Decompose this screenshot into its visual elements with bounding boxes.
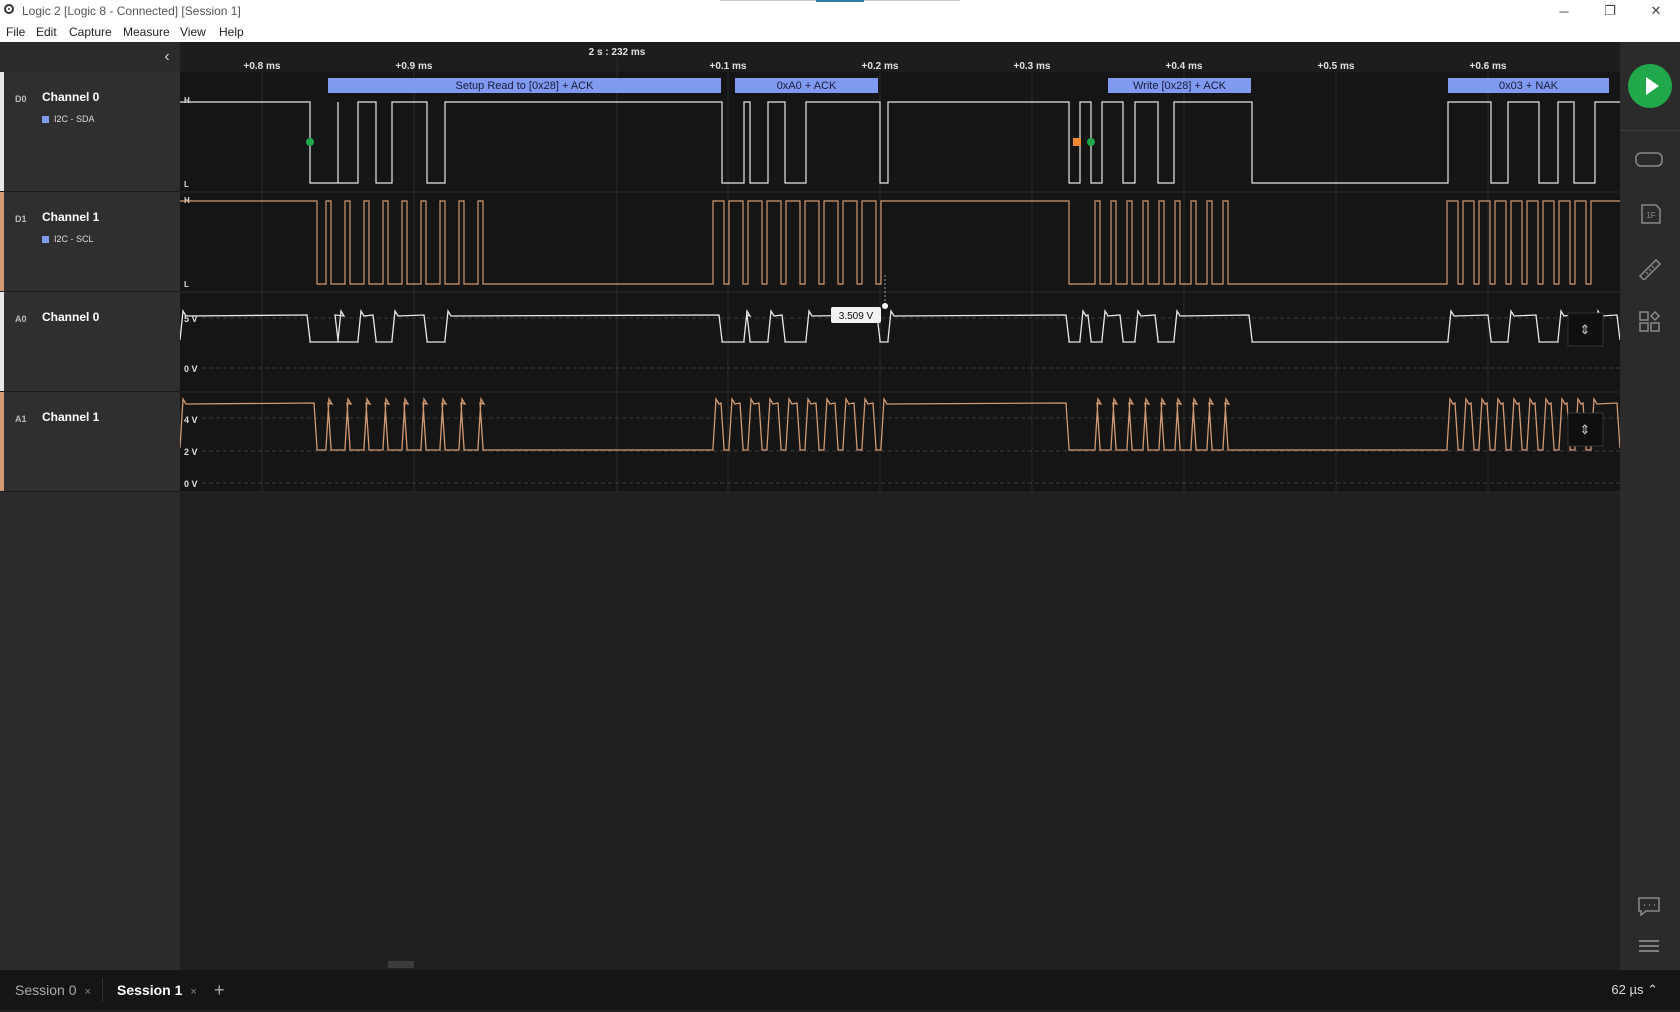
measurement-value: 3.509 V — [839, 311, 874, 322]
menu-file[interactable]: File — [6, 25, 25, 39]
toolbar-divider — [1620, 130, 1680, 131]
channel-row-a1[interactable]: A1 Channel 1 — [0, 392, 180, 492]
decoder-frame-label: Setup Read to [0x28] + ACK — [456, 80, 595, 92]
lane-d1-bg — [180, 192, 1620, 292]
channel-name: Channel 1 — [42, 210, 100, 224]
add-session-button[interactable]: + — [214, 970, 225, 1010]
expand-icon: ⇕ — [1580, 322, 1591, 337]
waveform-view[interactable]: 2 s : 232 ms +0.8 ms +0.9 ms +0.1 ms +0.2 m… — [180, 42, 1620, 970]
analyzer-color-dot — [42, 116, 49, 124]
window-title: Logic 2 [Logic 8 - Connected] [Session 1… — [22, 4, 241, 18]
measurement-point — [882, 303, 888, 309]
extensions-icon[interactable] — [1634, 310, 1664, 334]
lane-a1-bg — [180, 392, 1620, 492]
stop-marker[interactable] — [1073, 138, 1081, 146]
start-marker[interactable] — [306, 138, 314, 146]
time-tick-label: +0.8 ms — [244, 61, 281, 72]
session-tab-label: Session 0 — [15, 982, 77, 998]
horizontal-scrollbar[interactable] — [388, 961, 414, 968]
channel-color-bar — [0, 292, 4, 391]
session-tab-1[interactable]: Session 1 × — [117, 970, 197, 1010]
channel-color-bar — [0, 192, 4, 291]
channel-id: D0 — [15, 94, 27, 104]
level-low-label: L — [184, 180, 189, 189]
close-session-icon[interactable]: × — [84, 986, 90, 998]
channel-row-d1[interactable]: D1 Channel 1 I2C - SCL — [0, 192, 180, 292]
analyzer-tag: I2C - SDA — [42, 114, 95, 124]
decoder-frame-label: Write [0x28] + ACK — [1133, 80, 1227, 92]
channel-id: A1 — [15, 414, 27, 424]
app-logo-icon — [4, 4, 14, 14]
play-icon[interactable] — [1628, 64, 1672, 108]
comment-icon[interactable] — [1634, 894, 1664, 918]
waveform-canvas[interactable]: 2 s : 232 ms +0.8 ms +0.9 ms +0.1 ms +0.2 m… — [180, 42, 1620, 970]
time-tick-label: +0.3 ms — [1014, 61, 1051, 72]
analyzer-icon[interactable] — [1634, 148, 1664, 172]
menu-help[interactable]: Help — [219, 25, 244, 39]
channel-color-bar — [0, 72, 4, 191]
analyzer-tag-label: I2C - SCL — [54, 234, 94, 244]
title-accent — [816, 0, 864, 2]
session-bar: Session 0 × Session 1 × + 62 µs ⌃ — [0, 970, 1680, 1010]
session-tab-label: Session 1 — [117, 982, 183, 998]
channel-id: D1 — [15, 214, 27, 224]
analyzer-tag: I2C - SCL — [42, 234, 94, 244]
measure-icon[interactable] — [1634, 256, 1664, 280]
decoder-frame-label: 0x03 + NAK — [1499, 80, 1559, 92]
a1-axis-label: 4 V — [184, 415, 198, 425]
menu-capture[interactable]: Capture — [69, 25, 112, 39]
menu-icon[interactable] — [1634, 934, 1664, 958]
channel-name: Channel 1 — [42, 410, 100, 424]
time-tick-label: +0.6 ms — [1470, 61, 1507, 72]
analyzer-color-dot — [42, 236, 49, 244]
right-toolbar — [1620, 42, 1680, 970]
time-tick-label: +0.5 ms — [1318, 61, 1355, 72]
menu-measure[interactable]: Measure — [123, 25, 170, 39]
trigger-icon[interactable]: 1F — [1634, 202, 1664, 226]
collapse-sidebar-icon[interactable]: ‹ — [158, 48, 176, 66]
session-tab-0[interactable]: Session 0 × — [15, 970, 91, 1010]
timeline-anchor-label: 2 s : 232 ms — [589, 47, 646, 58]
level-low-label: L — [184, 280, 189, 289]
menu-edit[interactable]: Edit — [36, 25, 57, 39]
close-button[interactable]: ✕ — [1636, 0, 1676, 22]
tab-divider — [102, 978, 103, 1002]
channel-row-a0[interactable]: A0 Channel 0 — [0, 292, 180, 392]
maximize-button[interactable]: ❐ — [1590, 0, 1630, 22]
a1-axis-label: 2 V — [184, 447, 198, 457]
menu-bar: File Edit Capture Measure View Help — [0, 22, 1680, 42]
expand-icon: ⇕ — [1580, 422, 1591, 437]
channel-name: Channel 0 — [42, 310, 100, 324]
time-tick-label: +0.1 ms — [710, 61, 747, 72]
a0-axis-label: 0 V — [184, 364, 198, 374]
close-session-icon[interactable]: × — [190, 986, 196, 998]
trigger-icon-label: 1F — [1646, 211, 1655, 220]
start-marker[interactable] — [1087, 138, 1095, 146]
channel-name: Channel 0 — [42, 90, 100, 104]
analyzer-tag-label: I2C - SDA — [54, 114, 95, 124]
time-tick-label: +0.9 ms — [396, 61, 433, 72]
decoder-frame-label: 0xA0 + ACK — [777, 80, 837, 92]
time-tick-label: +0.4 ms — [1166, 61, 1203, 72]
minimize-button[interactable]: ─ — [1544, 0, 1584, 22]
zoom-level[interactable]: 62 µs ⌃ — [1611, 970, 1658, 1010]
channel-color-bar — [0, 392, 4, 491]
time-tick-label: +0.2 ms — [862, 61, 899, 72]
menu-view[interactable]: View — [180, 25, 206, 39]
a1-axis-label: 0 V — [184, 479, 198, 489]
channel-id: A0 — [15, 314, 27, 324]
title-bar: Logic 2 [Logic 8 - Connected] [Session 1… — [0, 0, 1680, 22]
level-high-label: H — [184, 96, 190, 105]
channel-row-d0[interactable]: D0 Channel 0 I2C - SDA — [0, 72, 180, 192]
channel-sidebar: D0 Channel 0 I2C - SDA D1 Channel 1 I2C … — [0, 42, 180, 970]
